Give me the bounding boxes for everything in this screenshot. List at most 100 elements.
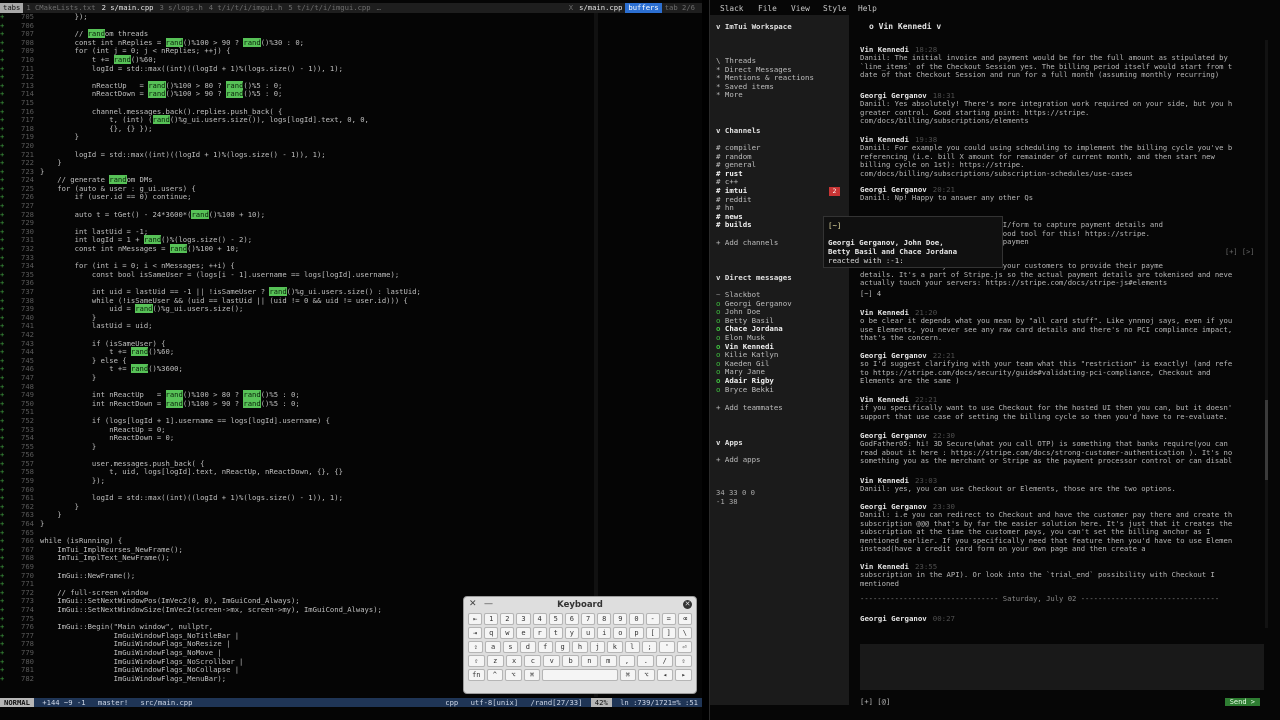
close-icon[interactable]: ✕: [469, 599, 477, 609]
add-channels-button[interactable]: + Add channels: [716, 238, 778, 247]
message-author[interactable]: Georgi Gerganov 00:27: [860, 614, 1260, 623]
key[interactable]: g: [554, 641, 571, 653]
minimize-icon[interactable]: —: [484, 599, 493, 609]
message[interactable]: Georgi Gerganov 20:21 Daniil: Np! Happy to…: [860, 185, 1260, 203]
onscreen-keyboard[interactable]: ✕ — Keyboard ✕ ⇤ 1 2 3 4 5 6 7 8 9 0- = ⌫ ⇥ q w e r t y u i o p…: [463, 596, 697, 694]
key[interactable]: ⌘: [619, 669, 637, 681]
add-teammates-button[interactable]: + Add teammates: [716, 403, 783, 412]
menu-help[interactable]: Help: [858, 3, 877, 15]
message[interactable]: Georgi Gerganov 18:31 Daniil: Yes absolute…: [860, 91, 1260, 126]
channel-builds[interactable]: # builds: [716, 220, 752, 229]
key[interactable]: i: [597, 627, 612, 639]
key[interactable]: ▸: [675, 669, 692, 681]
add-apps-button[interactable]: + Add apps: [716, 455, 761, 464]
message[interactable]: Georgi Gerganov 00:27: [860, 614, 1260, 623]
vim-tab[interactable]: 3 s/logs.h: [157, 3, 206, 13]
vim-tab[interactable]: 4 t/i/t/i/imgui.h: [206, 3, 286, 13]
message-input[interactable]: [860, 644, 1264, 690]
buffers-label[interactable]: buffers: [625, 3, 662, 13]
key[interactable]: w: [500, 627, 515, 639]
key[interactable]: 7: [580, 613, 596, 625]
workspace-name[interactable]: v ImTui Workspace: [716, 22, 792, 31]
vim-tab[interactable]: 1 CMakeLists.txt: [23, 3, 98, 13]
key[interactable]: o: [613, 627, 628, 639]
message[interactable]: Vin Kennedi 23:03 Daniil: yes, you can use…: [860, 476, 1260, 494]
message[interactable]: Vin Kennedi 21:20 o be clear it depends wh…: [860, 308, 1260, 343]
key[interactable]: ⇧: [675, 655, 692, 667]
key[interactable]: j: [589, 641, 606, 653]
key[interactable]: s: [502, 641, 519, 653]
key[interactable]: 0: [629, 613, 644, 625]
apps-header[interactable]: v Apps: [716, 438, 743, 447]
key[interactable]: -: [645, 613, 660, 625]
key[interactable]: h: [572, 641, 588, 653]
key[interactable]: n: [580, 655, 598, 667]
key[interactable]: ': [659, 641, 675, 653]
key[interactable]: x: [505, 655, 523, 667]
message[interactable]: Vin Kennedi 18:28 Daniil: The initial invo…: [860, 45, 1260, 80]
key[interactable]: ⌥: [505, 669, 522, 681]
key[interactable]: ]: [661, 627, 676, 639]
reaction-button[interactable]: [~] 4: [860, 290, 881, 298]
vim-editor[interactable]: tabs 1 CMakeLists.txt 2 s/main.cpp 3 s/logs…: [0, 0, 702, 720]
key[interactable]: b: [562, 655, 579, 667]
key[interactable]: 8: [597, 613, 612, 625]
vim-tab[interactable]: 5 t/i/t/i/imgui.cpp: [285, 3, 373, 13]
key[interactable]: ⇪: [468, 641, 484, 653]
key[interactable]: e: [516, 627, 531, 639]
key[interactable]: ⇤: [468, 613, 483, 625]
message[interactable]: Vin Kennedi 19:38 Daniil: For example you …: [860, 135, 1260, 178]
key[interactable]: ◂: [656, 669, 674, 681]
key[interactable]: ⌫: [677, 613, 692, 625]
key[interactable]: k: [607, 641, 623, 653]
key[interactable]: d: [520, 641, 536, 653]
key[interactable]: a: [485, 641, 501, 653]
nav-item[interactable]: * More: [716, 90, 743, 99]
tab-close-icon[interactable]: X: [566, 3, 576, 13]
author-name[interactable]: Georgi Gerganov: [860, 614, 927, 623]
menu-view[interactable]: View: [791, 3, 810, 15]
key[interactable]: 9: [613, 613, 628, 625]
key[interactable]: /: [656, 655, 674, 667]
key[interactable]: 6: [564, 613, 579, 625]
key[interactable]: fn: [468, 669, 485, 681]
key[interactable]: t: [548, 627, 563, 639]
message[interactable]: Georgi Gerganov 22:21 so I'd suggest clari…: [860, 351, 1260, 386]
keyboard-options-icon[interactable]: ✕: [683, 600, 692, 609]
message[interactable]: Georgi Gerganov 23:30 Daniil: i.e you can …: [860, 502, 1260, 554]
key[interactable]: ⌥: [638, 669, 655, 681]
key[interactable]: l: [624, 641, 640, 653]
key[interactable]: ⌘: [523, 669, 541, 681]
key[interactable]: 2: [500, 613, 515, 625]
vim-tab[interactable]: …: [374, 3, 384, 13]
key[interactable]: \: [677, 627, 692, 639]
key[interactable]: ;: [641, 641, 658, 653]
key[interactable]: v: [543, 655, 561, 667]
key[interactable]: =: [661, 613, 676, 625]
vim-scrollbar[interactable]: [594, 13, 598, 697]
key[interactable]: q: [484, 627, 499, 639]
message-scrollbar[interactable]: [1265, 40, 1268, 628]
key[interactable]: [: [645, 627, 660, 639]
menu-file[interactable]: File: [758, 3, 777, 15]
scroll-thumb[interactable]: [1265, 400, 1268, 480]
key[interactable]: [542, 669, 618, 681]
menu-slack[interactable]: Slack: [720, 3, 743, 15]
send-button[interactable]: Send >: [1224, 698, 1260, 706]
key[interactable]: .: [637, 655, 655, 667]
key[interactable]: 4: [532, 613, 547, 625]
message[interactable]: Vin Kennedi 23:55 subscription in the API)…: [860, 562, 1260, 588]
conversation-title[interactable]: o Vin Kennedi v: [869, 22, 941, 31]
channels-header[interactable]: v Channels: [716, 126, 761, 135]
key[interactable]: ^: [486, 669, 504, 681]
key[interactable]: 1: [484, 613, 499, 625]
attach-buttons[interactable]: [+] [@]: [860, 697, 890, 707]
key[interactable]: f: [537, 641, 553, 653]
menu-style[interactable]: Style: [823, 3, 846, 15]
key[interactable]: 5: [548, 613, 563, 625]
thread-nav[interactable]: [+] [>]: [1225, 248, 1255, 256]
key[interactable]: 3: [516, 613, 531, 625]
key[interactable]: r: [532, 627, 547, 639]
key[interactable]: z: [486, 655, 504, 667]
key[interactable]: p: [629, 627, 644, 639]
